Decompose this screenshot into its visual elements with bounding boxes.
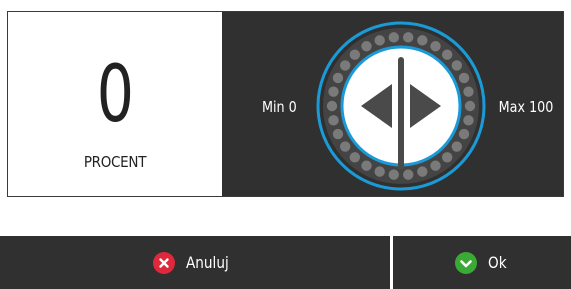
dial-dot [464,100,476,112]
current-value: 0 [96,50,134,140]
dial-dot [451,60,463,71]
dial-dot [441,152,453,163]
min-label: Min 0 [262,98,297,116]
max-label: Max 100 [498,98,553,116]
dial-dot [361,160,372,171]
cancel-button[interactable]: Anuluj [0,236,390,289]
dial-dot [458,128,470,140]
dial-dot [458,72,470,84]
dial-dot [328,115,339,126]
dial-dot [463,86,474,97]
dial-dot [441,49,453,60]
unit-label: PROCENT [83,153,147,171]
dial-dot [339,141,351,152]
dial-dot [374,166,385,177]
ok-button[interactable]: Ok [393,236,571,289]
dial-dot [361,41,372,52]
dial-control-area: Min 0 Max 100 [222,12,563,196]
dial-dot [403,32,414,43]
value-panel: 0 PROCENT Min 0 Max 100 [7,11,564,197]
dial-dot [374,35,385,46]
check-circle-icon [454,251,477,274]
dial-dot [332,128,344,140]
dial-dot [388,169,399,180]
dial-dot [430,160,441,171]
dial-dot [417,35,428,46]
close-circle-icon [153,251,176,274]
ok-button-label: Ok [487,253,507,272]
dial-dot [388,32,399,43]
dial-dot [349,152,361,163]
dial-dot [430,41,441,52]
cancel-button-label: Anuluj [186,253,230,272]
dial-dot [403,169,414,180]
dial-dot [349,49,361,60]
rotary-dial[interactable] [315,20,487,192]
dial-center-bar [398,57,404,170]
action-bar: Anuluj Ok [0,236,571,289]
dial-graphic[interactable] [315,20,487,192]
value-display: 0 PROCENT [8,12,222,196]
dial-dot [332,72,344,84]
dial-dot [463,115,474,126]
dial-dot [328,86,339,97]
dial-dot [339,60,351,71]
dial-dot [451,141,463,152]
dial-dot [326,100,338,112]
dial-dot [417,166,428,177]
